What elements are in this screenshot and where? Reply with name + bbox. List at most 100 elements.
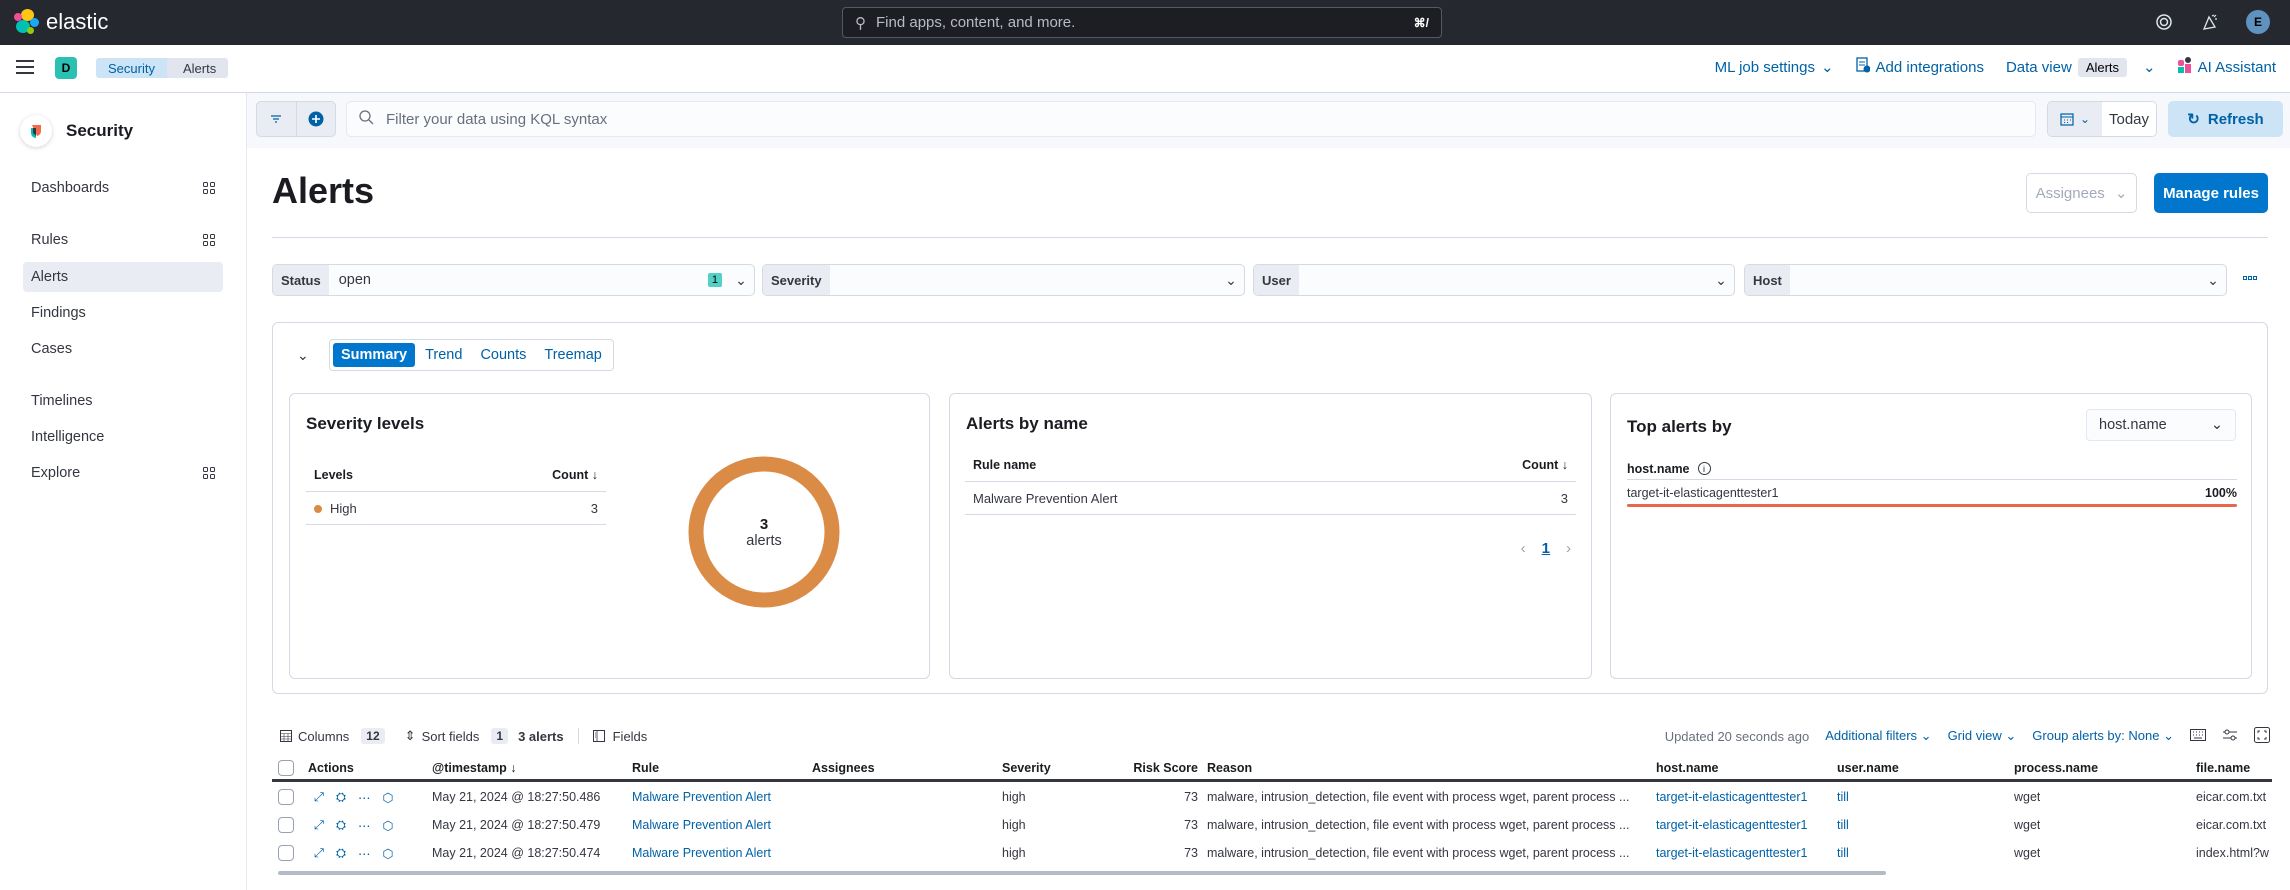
analyze-event-icon[interactable]: ⛭ <box>336 790 346 805</box>
space-avatar[interactable]: D <box>55 57 77 79</box>
severity-row[interactable]: High 3 <box>306 492 606 525</box>
alerts-by-name-row[interactable]: Malware Prevention Alert 3 <box>965 482 1576 515</box>
sidebar-item-timelines[interactable]: Timelines <box>23 386 223 416</box>
side-nav-header[interactable]: Security <box>20 115 133 147</box>
display-settings-icon[interactable] <box>2222 729 2238 744</box>
horizontal-scrollbar[interactable] <box>278 871 1886 875</box>
cell-host-name[interactable]: target-it-elasticagenttester1 <box>1656 811 1807 839</box>
elastic-logo[interactable]: elastic <box>14 9 108 35</box>
session-view-icon[interactable]: ⬡ <box>383 846 394 861</box>
cell-user-name[interactable]: till <box>1837 811 1849 839</box>
tab-trend[interactable]: Trend <box>417 343 470 367</box>
data-view-selector[interactable]: Data view Alerts ⌄ <box>2006 57 2156 77</box>
menu-toggle-icon[interactable] <box>16 60 34 74</box>
group-alerts-button[interactable]: Group alerts by: None ⌄ <box>2032 728 2174 744</box>
fields-button[interactable]: Fields <box>592 729 647 744</box>
col-rule[interactable]: Rule <box>632 756 659 779</box>
top-alerts-row[interactable]: target-it-elasticagenttester1 100% <box>1627 486 2237 500</box>
quick-menu-button[interactable]: ⌄ <box>2048 102 2102 136</box>
row-checkbox[interactable] <box>278 845 294 861</box>
table-row[interactable]: ⤢ ⛭ ⋯ ⬡ May 21, 2024 @ 18:27:50.474 Malw… <box>272 839 2272 867</box>
severity-filter[interactable]: Severity ⌄ <box>762 264 1245 296</box>
more-actions-icon[interactable]: ⋯ <box>358 818 371 833</box>
tab-treemap[interactable]: Treemap <box>536 343 609 367</box>
status-filter[interactable]: Status open 1 ⌄ <box>272 264 755 296</box>
col-severity[interactable]: Severity <box>1002 756 1051 779</box>
analyze-event-icon[interactable]: ⛭ <box>336 818 346 833</box>
row-checkbox[interactable] <box>278 789 294 805</box>
col-host-name[interactable]: host.name <box>1656 756 1719 779</box>
col-risk-score[interactable]: Risk Score <box>1128 756 1198 779</box>
cell-user-name[interactable]: till <box>1837 839 1849 867</box>
news-feed-icon[interactable] <box>2200 12 2220 32</box>
row-checkbox[interactable] <box>278 817 294 833</box>
help-icon[interactable] <box>2154 12 2174 32</box>
ai-assistant-button[interactable]: AI Assistant <box>2177 57 2276 77</box>
col-user-name[interactable]: user.name <box>1837 756 1899 779</box>
col-count[interactable]: Count ↓ <box>1522 458 1568 472</box>
sidebar-item-intelligence[interactable]: Intelligence <box>23 422 223 452</box>
host-filter[interactable]: Host ⌄ <box>1744 264 2227 296</box>
col-levels[interactable]: Levels <box>314 468 353 482</box>
cell-rule[interactable]: Malware Prevention Alert <box>632 839 771 867</box>
app-grid-icon[interactable] <box>203 467 215 479</box>
sidebar-item-rules[interactable]: Rules <box>23 225 223 255</box>
date-range-label[interactable]: Today <box>2102 102 2156 136</box>
app-grid-icon[interactable] <box>203 182 215 194</box>
sidebar-item-explore[interactable]: Explore <box>23 458 223 488</box>
more-actions-icon[interactable]: ⋯ <box>358 846 371 861</box>
add-filter-button[interactable] <box>297 102 336 136</box>
sidebar-item-dashboards[interactable]: Dashboards <box>23 173 223 203</box>
add-integrations-button[interactable]: Add integrations <box>1855 57 1984 77</box>
breadcrumb-security[interactable]: Security <box>96 58 167 78</box>
manage-rules-button[interactable]: Manage rules <box>2154 173 2268 213</box>
keyboard-shortcuts-icon[interactable] <box>2190 728 2206 744</box>
col-timestamp[interactable]: @timestamp ↓ <box>432 756 516 779</box>
filter-options-button[interactable] <box>257 102 297 136</box>
analyze-event-icon[interactable]: ⛭ <box>336 846 346 861</box>
kql-search-input[interactable]: Filter your data using KQL syntax <box>346 101 2036 137</box>
app-grid-icon[interactable] <box>203 234 215 246</box>
expand-icon[interactable]: ⤢ <box>314 790 324 805</box>
global-search-input[interactable]: ⚲ Find apps, content, and more. ⌘/ <box>842 7 1442 38</box>
select-all-checkbox[interactable] <box>278 759 294 776</box>
sort-fields-button[interactable]: ⇕ Sort fields 1 <box>405 728 509 744</box>
user-filter[interactable]: User ⌄ <box>1253 264 1735 296</box>
ml-job-settings-button[interactable]: ML job settings ⌄ <box>1715 58 1834 77</box>
date-picker[interactable]: ⌄ Today <box>2047 101 2157 137</box>
assignees-filter-button[interactable]: Assignees ⌄ <box>2026 173 2137 213</box>
fullscreen-icon[interactable] <box>2254 726 2270 746</box>
expand-icon[interactable]: ⤢ <box>314 846 324 861</box>
col-count[interactable]: Count ↓ <box>552 468 598 482</box>
cell-user-name[interactable]: till <box>1837 783 1849 811</box>
session-view-icon[interactable]: ⬡ <box>383 818 394 833</box>
chevron-left-icon[interactable]: ‹ <box>1521 540 1526 557</box>
grid-view-button[interactable]: Grid view ⌄ <box>1948 728 2017 744</box>
cell-host-name[interactable]: target-it-elasticagenttester1 <box>1656 783 1807 811</box>
more-actions-icon[interactable]: ⋯ <box>358 790 371 805</box>
page-1-link[interactable]: 1 <box>1542 540 1550 557</box>
info-icon[interactable]: i <box>1697 462 1711 475</box>
col-file-name[interactable]: file.name <box>2196 756 2250 779</box>
col-rule-name[interactable]: Rule name <box>973 458 1036 472</box>
tab-counts[interactable]: Counts <box>472 343 534 367</box>
session-view-icon[interactable]: ⬡ <box>383 790 394 805</box>
cell-rule[interactable]: Malware Prevention Alert <box>632 783 771 811</box>
user-avatar[interactable]: E <box>2246 10 2270 34</box>
cell-rule[interactable]: Malware Prevention Alert <box>632 811 771 839</box>
col-assignees[interactable]: Assignees <box>812 756 875 779</box>
columns-button[interactable]: Columns 12 <box>280 728 385 744</box>
table-row[interactable]: ⤢ ⛭ ⋯ ⬡ May 21, 2024 @ 18:27:50.479 Malw… <box>272 811 2272 839</box>
cell-host-name[interactable]: target-it-elasticagenttester1 <box>1656 839 1807 867</box>
sidebar-item-cases[interactable]: Cases <box>23 334 223 364</box>
collapse-chevron-icon[interactable]: ⌄ <box>297 347 309 364</box>
tab-summary[interactable]: Summary <box>333 343 416 367</box>
additional-filters-button[interactable]: Additional filters ⌄ <box>1825 728 1931 744</box>
chevron-right-icon[interactable]: › <box>1566 540 1571 557</box>
expand-icon[interactable]: ⤢ <box>314 818 324 833</box>
col-process-name[interactable]: process.name <box>2014 756 2098 779</box>
more-filters-icon[interactable] <box>2243 276 2257 280</box>
sidebar-item-alerts[interactable]: Alerts <box>23 262 223 292</box>
table-row[interactable]: ⤢ ⛭ ⋯ ⬡ May 21, 2024 @ 18:27:50.486 Malw… <box>272 783 2272 811</box>
col-reason[interactable]: Reason <box>1207 756 1252 779</box>
